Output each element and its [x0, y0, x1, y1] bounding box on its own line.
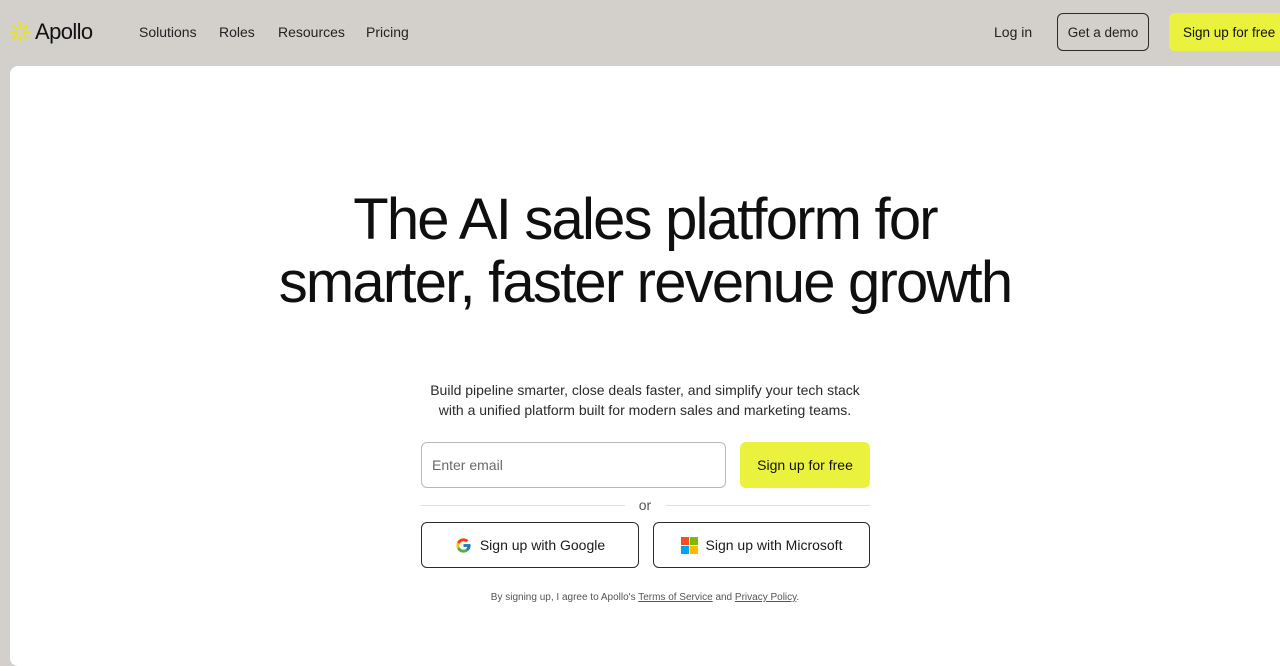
hero-subtitle: Build pipeline smarter, close deals fast… — [0, 380, 1280, 420]
legal-prefix: By signing up, I agree to Apollo's — [490, 592, 636, 603]
signup-top-button[interactable]: Sign up for free — [1169, 13, 1280, 51]
divider-right — [666, 505, 870, 506]
hero-subtitle-line-2: with a unified platform built for modern… — [438, 402, 852, 418]
brand-name: Apollo — [35, 19, 93, 44]
nav-item-pricing[interactable]: Pricing — [366, 24, 409, 40]
legal-notice: By signing up, I agree to Apollo's Terms… — [0, 592, 1280, 603]
privacy-link[interactable]: Privacy Policy — [735, 592, 797, 603]
top-navigation-bar: Apollo Solutions Roles Resources Pricing… — [0, 0, 1280, 66]
divider-left — [421, 505, 625, 506]
get-demo-label: Get a demo — [1067, 24, 1139, 40]
google-icon — [456, 537, 471, 553]
hero-title-line-1: The AI sales platform for — [353, 187, 938, 252]
login-link[interactable]: Log in — [994, 24, 1032, 40]
hero-card — [10, 66, 1280, 666]
microsoft-signup-button[interactable]: Sign up with Microsoft — [653, 522, 870, 568]
email-input[interactable] — [421, 442, 726, 488]
terms-link[interactable]: Terms of Service — [638, 592, 712, 603]
get-demo-button[interactable]: Get a demo — [1057, 13, 1149, 51]
legal-suffix: . — [796, 592, 800, 603]
or-separator: or — [638, 497, 652, 513]
signup-top-label: Sign up for free — [1183, 24, 1276, 40]
nav-item-solutions[interactable]: Solutions — [139, 24, 197, 40]
nav-item-roles[interactable]: Roles — [219, 24, 255, 40]
microsoft-icon — [680, 536, 698, 554]
hero-subtitle-line-1: Build pipeline smarter, close deals fast… — [430, 382, 860, 398]
legal-and: and — [715, 592, 733, 603]
microsoft-signup-label: Sign up with Microsoft — [705, 537, 843, 553]
google-signup-button[interactable]: Sign up with Google — [421, 522, 639, 568]
hero-title: The AI sales platform for smarter, faste… — [0, 188, 1280, 314]
hero-title-line-2: smarter, faster revenue growth — [278, 250, 1013, 315]
signup-submit-button[interactable]: Sign up for free — [740, 442, 870, 488]
nav-item-resources[interactable]: Resources — [278, 24, 345, 40]
apollo-sun-icon — [9, 21, 31, 43]
apollo-logo[interactable]: Apollo — [9, 18, 93, 46]
google-signup-label: Sign up with Google — [479, 537, 606, 553]
